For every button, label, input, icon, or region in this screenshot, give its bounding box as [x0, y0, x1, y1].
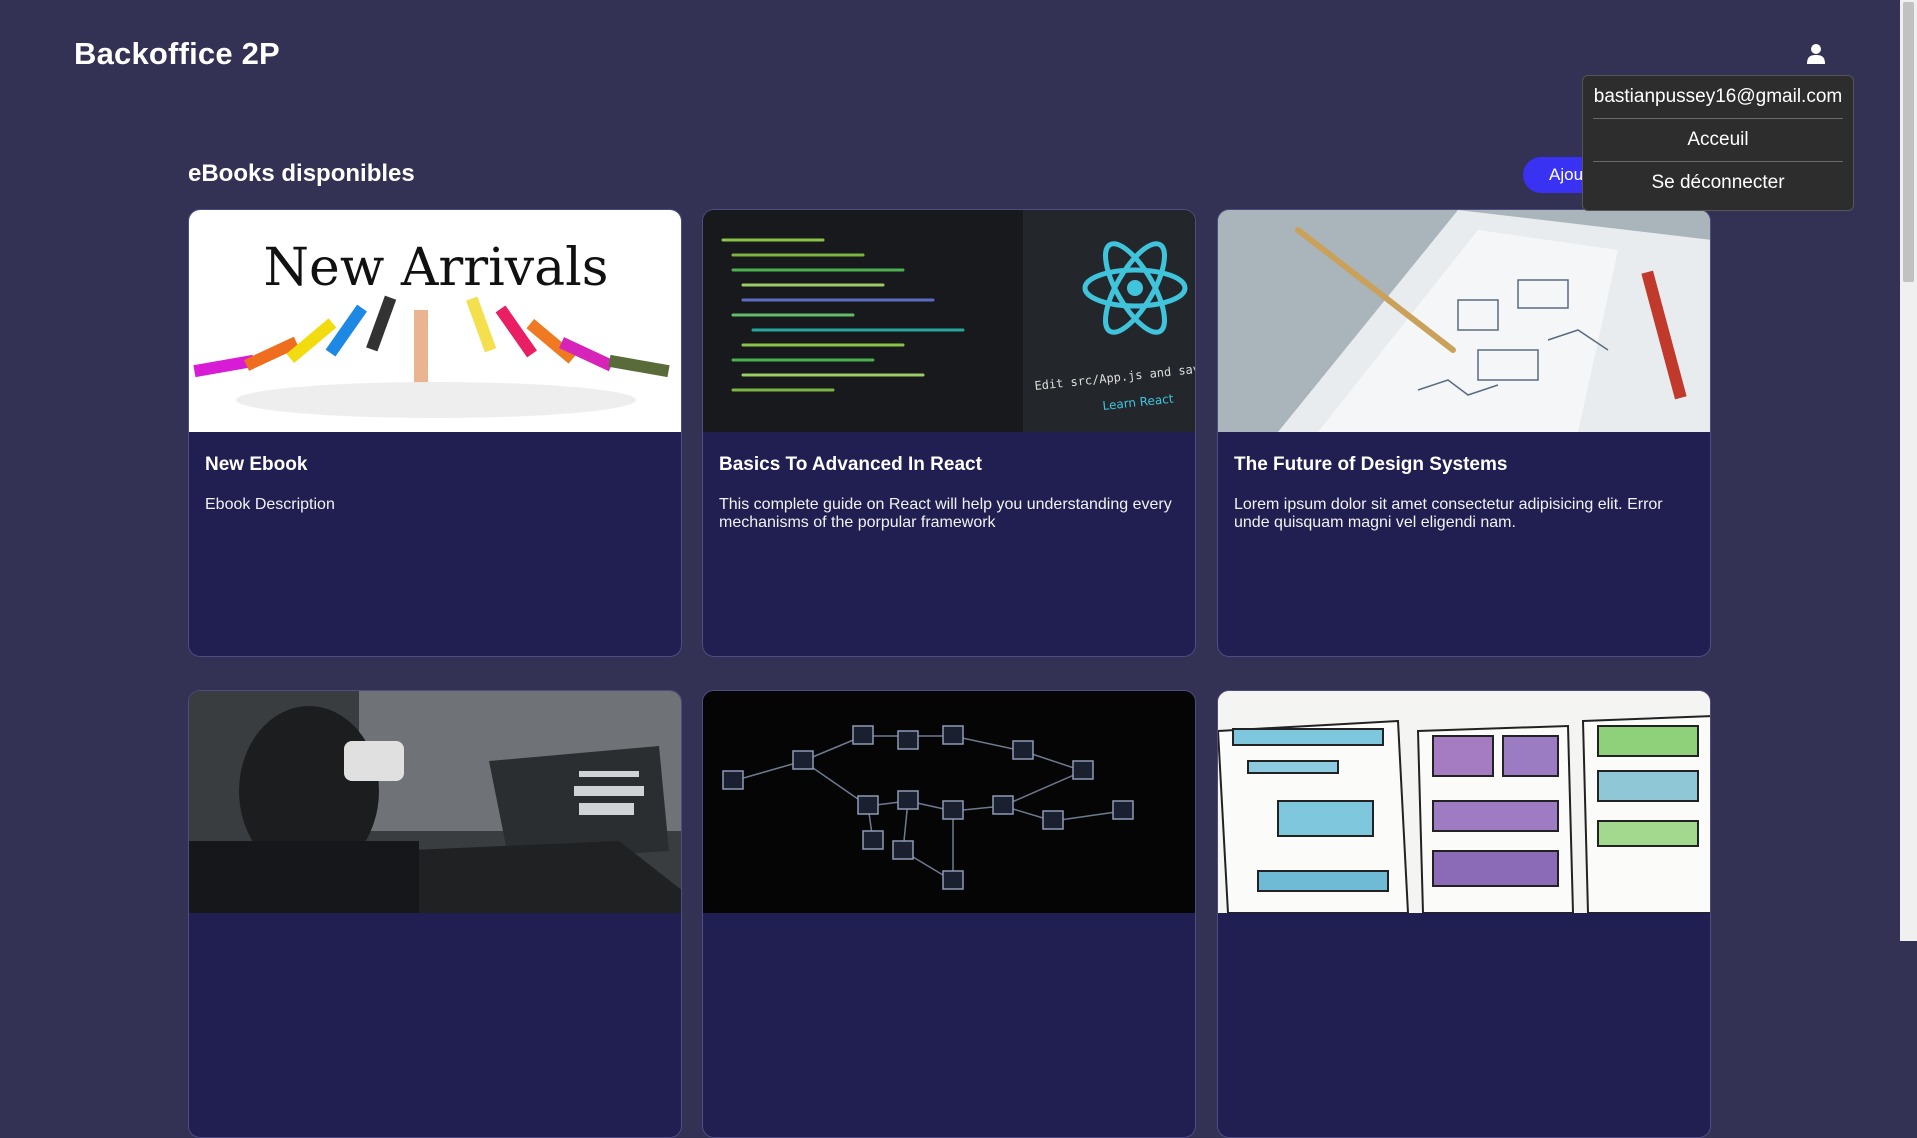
ebook-cover-image: Edit src/App.js and save to rel Learn Re…: [703, 210, 1195, 432]
user-dropdown-menu: bastianpussey16@gmail.com Acceuil Se déc…: [1582, 75, 1854, 211]
ebook-cover-image: [1218, 210, 1710, 432]
ebook-card[interactable]: New Arrivals New Ebook Ebook Description: [188, 209, 682, 657]
ebook-card[interactable]: [702, 690, 1196, 1138]
section-title: eBooks disponibles: [188, 160, 415, 187]
scrollbar-thumb[interactable]: [1903, 2, 1914, 282]
app-title: Backoffice 2P: [74, 36, 280, 71]
ebook-description: Ebook Description: [205, 496, 335, 513]
ebook-title: Basics To Advanced In React: [719, 454, 982, 475]
ebook-title: The Future of Design Systems: [1234, 454, 1508, 475]
ebook-description: Lorem ipsum dolor sit amet consectetur a…: [1234, 496, 1663, 531]
ebook-title: New Ebook: [205, 454, 308, 475]
user-menu-button[interactable]: [1800, 38, 1832, 70]
scrollbar-track[interactable]: [1900, 0, 1917, 941]
cover-image-text: New Arrivals: [264, 238, 609, 298]
ebook-card[interactable]: The Future of Design Systems Lorem ipsum…: [1217, 209, 1711, 657]
ebook-cover-image: New Arrivals: [189, 210, 681, 432]
ebook-card[interactable]: [188, 690, 682, 1138]
ebook-cover-image: [189, 691, 681, 913]
menu-item-logout[interactable]: Se déconnecter: [1593, 162, 1843, 204]
ebook-cover-image: [703, 691, 1195, 913]
ebook-card[interactable]: Edit src/App.js and save to rel Learn Re…: [702, 209, 1196, 657]
menu-item-home[interactable]: Acceuil: [1593, 119, 1843, 161]
ebook-card[interactable]: [1217, 690, 1711, 1138]
ebook-cover-image: [1218, 691, 1710, 913]
user-email: bastianpussey16@gmail.com: [1593, 86, 1843, 107]
user-icon: [1807, 44, 1825, 64]
ebook-description: This complete guide on React will help y…: [719, 496, 1172, 531]
